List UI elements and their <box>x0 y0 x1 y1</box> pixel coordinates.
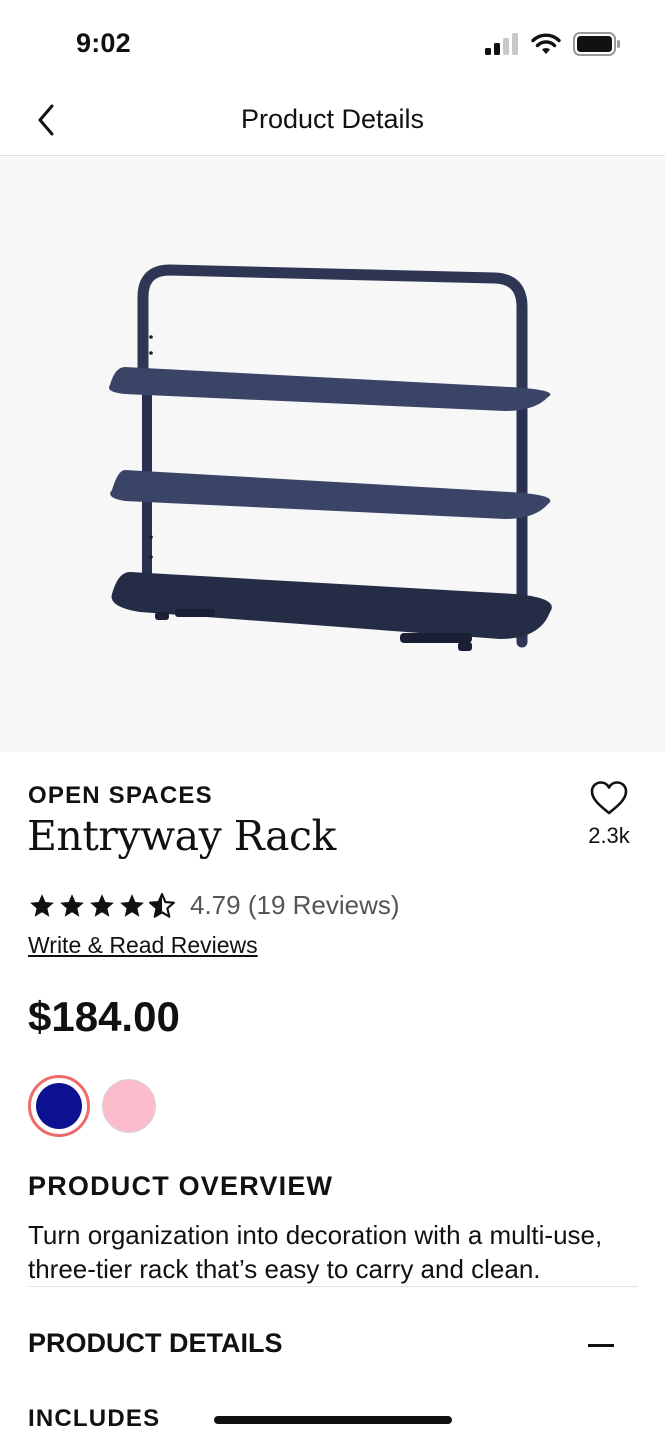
wifi-icon <box>531 33 561 54</box>
swatch-color <box>36 1083 82 1129</box>
rating-row: 4.79 (19 Reviews) <box>28 890 400 921</box>
brand-name: OPEN SPACES <box>28 782 213 809</box>
star-filled-icon <box>30 893 54 917</box>
star-half-icon <box>149 892 175 918</box>
product-price: $184.00 <box>28 993 180 1040</box>
write-read-reviews-link[interactable]: Write & Read Reviews <box>28 932 258 959</box>
status-time: 9:02 <box>76 28 131 58</box>
product-name: Entryway Rack <box>27 812 336 860</box>
includes-title[interactable]: INCLUDES <box>28 1405 160 1433</box>
star-filled-icon <box>90 893 114 917</box>
overview-text: Turn organization into decoration with a… <box>28 1220 603 1284</box>
favorite-count: 2.3k <box>588 823 630 848</box>
signal-icon <box>485 33 518 55</box>
nav-bar: Product Details <box>0 88 665 156</box>
color-swatches <box>28 1075 160 1137</box>
swatch-color <box>102 1079 156 1133</box>
star-filled-icon <box>120 893 144 917</box>
status-bar: 9:02 <box>0 0 665 88</box>
color-swatch-navy[interactable] <box>28 1075 90 1137</box>
favorite-button[interactable]: 2.3k <box>578 780 640 849</box>
collapse-minus-icon <box>588 1344 614 1347</box>
page-title: Product Details <box>240 104 425 134</box>
product-details-accordion[interactable]: PRODUCT DETAILS <box>28 1328 618 1359</box>
section-divider <box>28 1286 638 1287</box>
color-swatch-pink[interactable] <box>98 1075 160 1137</box>
star-filled-icon <box>60 893 84 917</box>
status-icons <box>485 32 621 56</box>
entryway-rack-image <box>109 264 552 651</box>
home-indicator[interactable] <box>214 1416 452 1424</box>
rating-text: 4.79 (19 Reviews) <box>190 890 400 920</box>
details-title: PRODUCT DETAILS <box>28 1328 283 1358</box>
heart-icon <box>590 781 628 815</box>
battery-icon <box>573 32 620 56</box>
rating-stars <box>28 892 176 920</box>
product-image[interactable] <box>0 157 665 752</box>
overview-title: PRODUCT OVERVIEW <box>28 1171 334 1201</box>
